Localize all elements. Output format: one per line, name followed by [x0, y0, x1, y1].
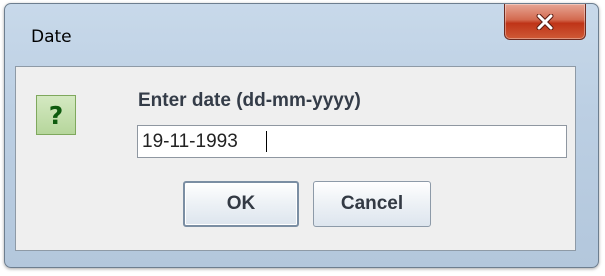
text-caret: [266, 131, 267, 152]
title-bar[interactable]: Date: [5, 4, 598, 47]
question-icon: ?: [36, 95, 76, 135]
close-button[interactable]: [504, 4, 586, 40]
date-input[interactable]: [137, 125, 567, 158]
window-title: Date: [31, 27, 72, 47]
ok-button[interactable]: OK: [183, 181, 299, 227]
close-icon: [536, 13, 554, 30]
prompt-label: Enter date (dd-mm-yyyy): [138, 90, 361, 111]
cancel-button[interactable]: Cancel: [313, 181, 431, 227]
